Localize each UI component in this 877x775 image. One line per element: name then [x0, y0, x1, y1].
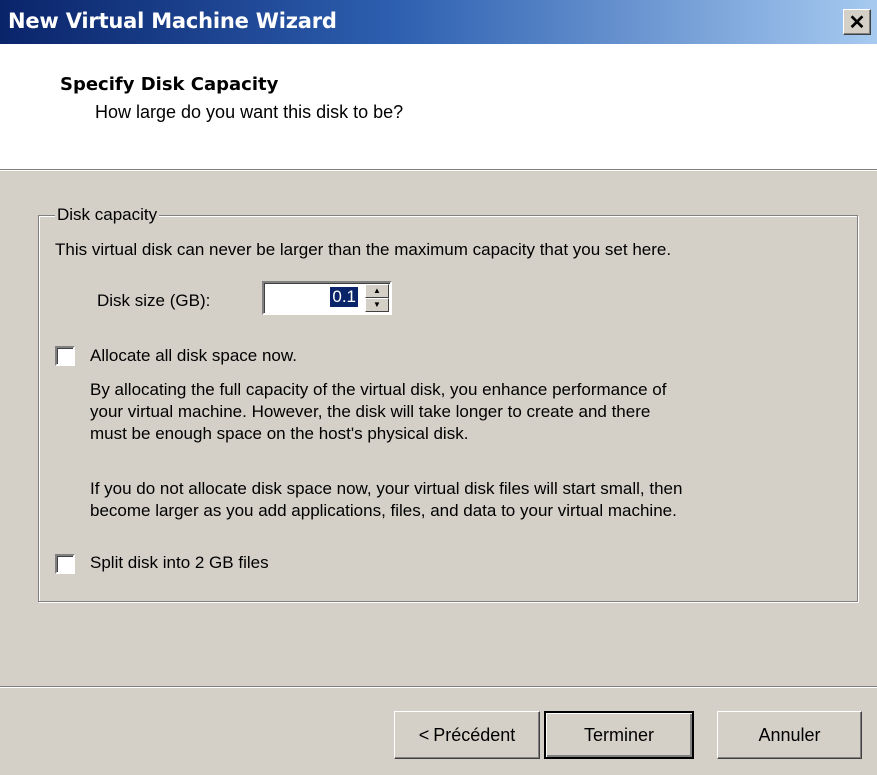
spin-down-button[interactable]: ▼ — [365, 298, 389, 312]
disk-size-value[interactable]: 0.1 — [330, 287, 358, 307]
header-separator — [0, 169, 877, 171]
allocate-description-line-2: your virtual machine. However, the disk … — [90, 402, 651, 421]
back-arrow: < — [418, 724, 430, 745]
split-checkbox[interactable] — [55, 554, 75, 574]
arrow-down-icon: ▼ — [373, 300, 381, 309]
disk-size-spinner[interactable]: 0.1 ▲ ▼ — [262, 281, 392, 315]
spin-up-button[interactable]: ▲ — [365, 284, 389, 298]
footer-separator — [0, 686, 877, 688]
wizard-header: Specify Disk Capacity How large do you w… — [0, 44, 877, 169]
allocate-description-line-1: By allocating the full capacity of the v… — [90, 380, 667, 399]
page-title: Specify Disk Capacity — [60, 74, 279, 95]
cancel-button[interactable]: Annuler — [717, 711, 862, 759]
title-bar[interactable]: New Virtual Machine Wizard ✕ — [0, 0, 877, 44]
page-subtitle: How large do you want this disk to be? — [95, 102, 404, 122]
finish-button[interactable]: Terminer — [544, 711, 694, 759]
finish-button-label: Terminer — [583, 724, 654, 745]
wizard-window: New Virtual Machine Wizard ✕ Specify Dis… — [0, 0, 877, 775]
disk-size-label: Disk size (GB): — [97, 291, 211, 310]
spinner-buttons: ▲ ▼ — [365, 284, 389, 312]
arrow-up-icon: ▲ — [373, 286, 381, 295]
split-label[interactable]: Split disk into 2 GB files — [90, 553, 269, 573]
allocate-note-line-2: become larger as you add applications, f… — [90, 501, 677, 520]
back-button[interactable]: < Précédent — [394, 711, 540, 759]
back-button-label: Précédent — [433, 724, 516, 745]
allocate-note-line-1: If you do not allocate disk space now, y… — [90, 479, 683, 498]
close-button[interactable]: ✕ — [843, 9, 871, 35]
group-legend: Disk capacity — [55, 205, 160, 225]
window-title: New Virtual Machine Wizard — [8, 9, 337, 33]
cancel-button-label: Annuler — [758, 724, 821, 745]
allocate-description-line-3: must be enough space on the host's physi… — [90, 424, 469, 443]
allocate-checkbox[interactable] — [55, 346, 75, 366]
capacity-description: This virtual disk can never be larger th… — [55, 240, 672, 259]
close-icon: ✕ — [848, 11, 866, 34]
allocate-label[interactable]: Allocate all disk space now. — [90, 346, 297, 366]
